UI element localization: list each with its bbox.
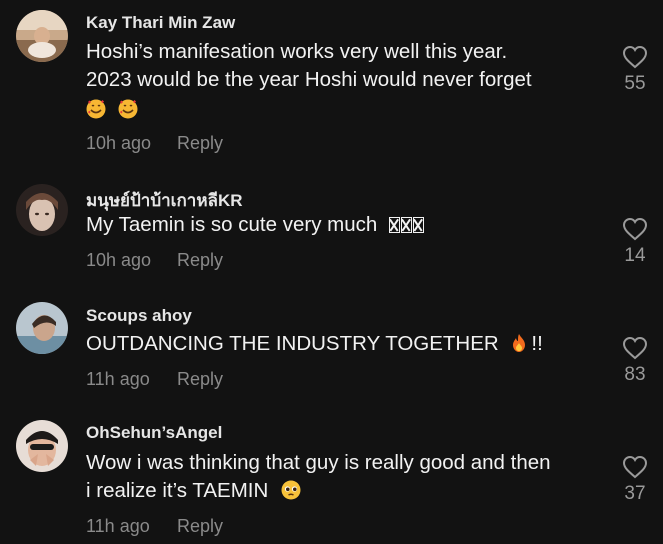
fire-icon xyxy=(513,334,526,352)
like-count: 55 xyxy=(624,73,646,94)
comment-text-line: i realize it’s TAEMIN xyxy=(86,479,269,502)
avatar[interactable] xyxy=(16,420,68,472)
like-button[interactable]: 83 xyxy=(612,336,658,386)
comment-meta: 10h ago Reply xyxy=(86,250,223,271)
heart-icon xyxy=(622,336,648,360)
like-count: 14 xyxy=(624,245,646,266)
avatar[interactable] xyxy=(16,302,68,354)
avatar[interactable] xyxy=(16,184,68,236)
comment-timestamp: 11h ago xyxy=(86,369,150,389)
comment-timestamp: 10h ago xyxy=(86,133,152,153)
reply-button[interactable]: Reply xyxy=(177,250,223,271)
reply-button[interactable]: Reply xyxy=(177,369,223,390)
comment-meta: 11h ago Reply xyxy=(86,369,223,390)
heart-icon xyxy=(622,45,648,69)
comment-text-line: OUTDANCING THE INDUSTRY TOGETHER xyxy=(86,332,499,355)
like-count: 83 xyxy=(624,364,646,385)
comment-meta: 11h ago Reply xyxy=(86,516,223,537)
comment-text-line-wrap: i realize it’s TAEMIN xyxy=(86,477,606,505)
comment-item: มนุษย์ป้าบ้าเกาหลีKR My Taemin is so cut… xyxy=(0,170,663,290)
like-button[interactable]: 14 xyxy=(612,217,658,267)
comment-text-line: Hoshi’s manifesation works very well thi… xyxy=(86,40,508,63)
comment-text-suffix: !! xyxy=(531,332,543,355)
smiling-face-with-hearts-icon xyxy=(118,99,138,119)
reply-button[interactable]: Reply xyxy=(177,516,223,537)
comment-item: OhSehun’sAngel Wow i was thinking that g… xyxy=(0,410,663,544)
comment-item: Scoups ahoy OUTDANCING THE INDUSTRY TOGE… xyxy=(0,290,663,410)
avatar[interactable] xyxy=(16,10,68,62)
comment-username[interactable]: Kay Thari Min Zaw xyxy=(86,13,235,33)
comment-text: Wow i was thinking that guy is really go… xyxy=(86,449,606,505)
comment-timestamp: 11h ago xyxy=(86,516,150,536)
heart-icon xyxy=(622,217,648,241)
comment-username[interactable]: มนุษย์ป้าบ้าเกาหลีKR xyxy=(86,187,243,214)
heart-icon xyxy=(622,455,648,479)
comment-item: Kay Thari Min Zaw Hoshi’s manifesation w… xyxy=(0,0,663,170)
comment-text: OUTDANCING THE INDUSTRY TOGETHER !! xyxy=(86,330,606,358)
reply-button[interactable]: Reply xyxy=(177,133,223,154)
comment-timestamp: 10h ago xyxy=(86,250,152,270)
comment-username[interactable]: OhSehun’sAngel xyxy=(86,423,222,443)
comment-emoji-row xyxy=(86,96,606,124)
comment-text: My Taemin is so cute very much xyxy=(86,211,606,239)
comment-text-line: Wow i was thinking that guy is really go… xyxy=(86,451,551,474)
comment-text-line: My Taemin is so cute very much xyxy=(86,213,378,236)
comment-text-line: 2023 would be the year Hoshi would never… xyxy=(86,68,532,91)
like-button[interactable]: 55 xyxy=(612,45,658,95)
like-button[interactable]: 37 xyxy=(612,455,658,505)
pleading-face-icon xyxy=(281,480,301,500)
comment-username[interactable]: Scoups ahoy xyxy=(86,306,192,326)
comment-meta: 10h ago Reply xyxy=(86,133,223,154)
unrendered-glyphs xyxy=(388,213,424,236)
like-count: 37 xyxy=(624,483,646,504)
comment-text: Hoshi’s manifesation works very well thi… xyxy=(86,38,606,124)
smiling-face-with-hearts-icon xyxy=(86,99,106,119)
